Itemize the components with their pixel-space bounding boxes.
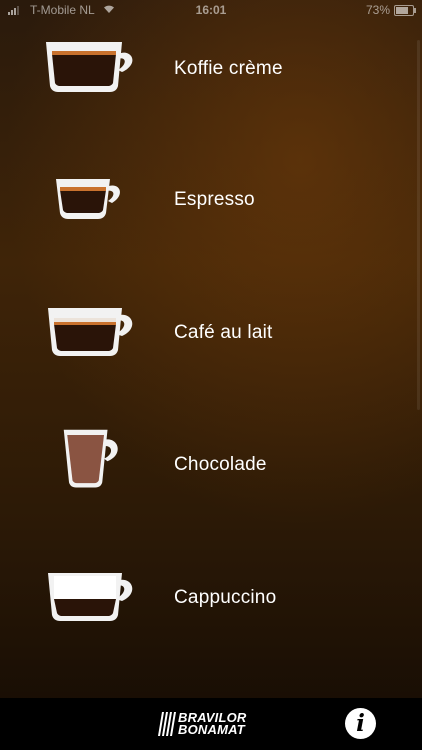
- info-icon: i: [356, 710, 365, 737]
- drink-item-chocolade[interactable]: Chocolade: [0, 410, 422, 520]
- cafe-au-lait-cup-icon: [48, 308, 133, 356]
- drink-label: Cappuccino: [174, 587, 277, 608]
- info-button[interactable]: i: [345, 708, 376, 739]
- drink-label: Café au lait: [174, 322, 273, 343]
- drink-label: Espresso: [174, 189, 255, 210]
- drink-item-espresso[interactable]: Espresso: [0, 145, 422, 255]
- bravilor-bonamat-logo: BRAVILOR BONAMAT: [158, 710, 268, 738]
- drink-item-cappuccino[interactable]: Cappuccino: [0, 543, 422, 653]
- drink-label: Koffie crème: [174, 58, 283, 79]
- koffie-creme-cup-icon: [46, 42, 133, 92]
- chocolade-cup-icon: [63, 429, 118, 488]
- bottom-bar: BRAVILOR BONAMAT i: [0, 698, 422, 750]
- logo-stripes-icon: [158, 712, 176, 736]
- espresso-cup-icon: [56, 179, 120, 219]
- app-screen: T-Mobile NL 16:01 73% Koffie crème Espre…: [0, 0, 422, 750]
- drink-item-cafe-au-lait[interactable]: Café au lait: [0, 278, 422, 388]
- cappuccino-cup-icon: [48, 573, 133, 621]
- drink-label: Chocolade: [174, 454, 267, 475]
- drink-item-koffie-creme[interactable]: Koffie crème: [0, 12, 422, 122]
- logo-text-line2: BONAMAT: [178, 722, 245, 737]
